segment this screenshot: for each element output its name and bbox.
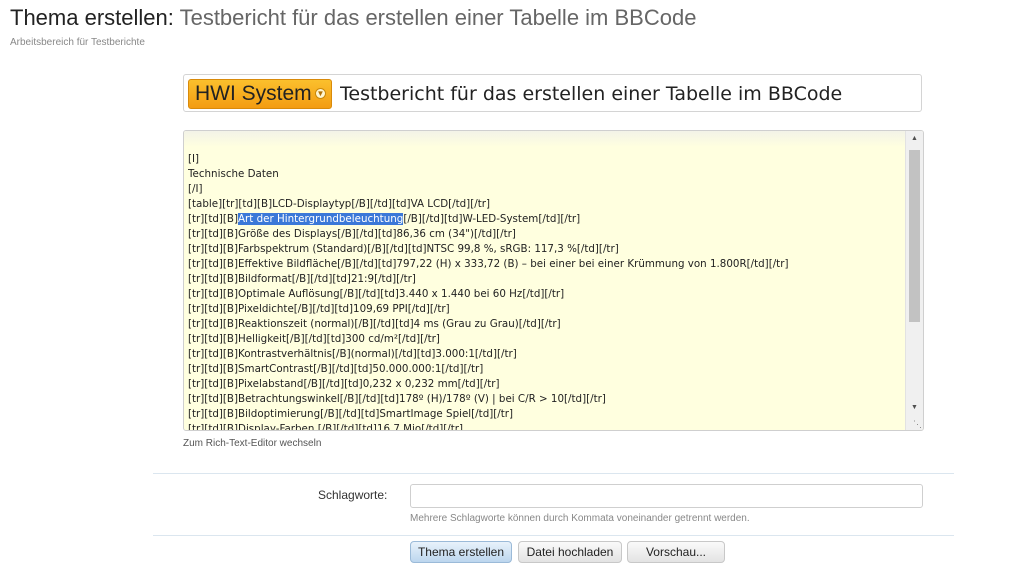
upload-file-button[interactable]: Datei hochladen — [518, 541, 622, 563]
scrollbar-thumb[interactable] — [909, 150, 920, 322]
chevron-down-icon: ▼ — [315, 88, 326, 99]
editor-line: Technische Daten — [188, 168, 279, 180]
line-after-selection: [/B][/td][td]W-LED-System[/td][/tr] — [403, 213, 581, 225]
thread-title-input[interactable] — [340, 79, 918, 109]
prefix-dropdown-button[interactable]: HWI System ▼ — [188, 79, 332, 109]
thread-title-row: HWI System ▼ — [183, 74, 922, 112]
tags-label: Schlagworte: — [318, 488, 388, 502]
editor-line: [tr][td][B]Größe des Displays[/B][/td][t… — [188, 228, 516, 240]
line-before-selection: [tr][td][B] — [188, 213, 239, 225]
page-title-prefix: Thema erstellen: — [10, 5, 174, 30]
prefix-label: HWI System — [195, 82, 312, 105]
text-selection: Art der Hintergrundbeleuchtung — [238, 213, 404, 225]
editor-text-area[interactable]: [I] Technische Daten [/I] [table][tr][td… — [188, 152, 903, 430]
editor-line: [tr][td][B]Bildoptimierung[/B][/td][td]S… — [188, 408, 514, 420]
editor-line: [tr][td][B]SmartContrast[/B][/td][td]50.… — [188, 363, 484, 375]
bbcode-editor[interactable]: [I] Technische Daten [/I] [table][tr][td… — [183, 130, 924, 431]
editor-line-selected: [tr][td][B]Art der Hintergrundbeleuchtun… — [188, 212, 903, 227]
page-title: Thema erstellen: Testbericht für das ers… — [10, 4, 696, 32]
divider — [153, 535, 954, 536]
arrow-up-icon[interactable]: ▲ — [906, 131, 923, 147]
page-title-subject: Testbericht für das erstellen einer Tabe… — [179, 5, 697, 30]
editor-toolbar-area — [184, 131, 923, 147]
editor-line: [tr][td][B]Pixelabstand[/B][/td][td]0,23… — [188, 378, 500, 390]
editor-line: [tr][td][B]Pixeldichte[/B][/td][td]109,6… — [188, 303, 450, 315]
preview-button[interactable]: Vorschau... — [627, 541, 725, 563]
editor-scrollbar[interactable]: ▲ ▼ — [905, 131, 923, 430]
editor-line: [/I] — [188, 183, 203, 195]
editor-line: [tr][td][B]Effektive Bildfläche[/B][/td]… — [188, 258, 789, 270]
editor-line: [tr][td][B]Optimale Auflösung[/B][/td][t… — [188, 288, 565, 300]
divider — [153, 473, 954, 474]
arrow-down-icon[interactable]: ▼ — [906, 400, 923, 416]
breadcrumb[interactable]: Arbeitsbereich für Testberichte — [10, 37, 145, 48]
create-thread-button[interactable]: Thema erstellen — [410, 541, 512, 563]
editor-line: [tr][td][B]Display-Farben [/B][/td][td]1… — [188, 423, 464, 431]
editor-line: [tr][td][B]Farbspektrum (Standard)[/B][/… — [188, 243, 619, 255]
editor-line: [table][tr][td][B]LCD-Displaytyp[/B][/td… — [188, 198, 490, 210]
tags-hint: Mehrere Schlagworte können durch Kommata… — [410, 513, 750, 524]
tags-input[interactable] — [410, 484, 923, 508]
editor-line: [tr][td][B]Bildformat[/B][/td][td]21:9[/… — [188, 273, 416, 285]
resize-grip-icon[interactable]: ⋱ — [912, 419, 922, 429]
editor-line: [tr][td][B]Helligkeit[/B][/td][td]300 cd… — [188, 333, 440, 345]
editor-line: [I] — [188, 153, 200, 165]
editor-line: [tr][td][B]Kontrastverhältnis[/B](normal… — [188, 348, 517, 360]
switch-to-rich-text-link[interactable]: Zum Rich-Text-Editor wechseln — [183, 438, 321, 449]
editor-line: [tr][td][B]Betrachtungswinkel[/B][/td][t… — [188, 393, 606, 405]
editor-line: [tr][td][B]Reaktionszeit (normal)[/B][/t… — [188, 318, 561, 330]
